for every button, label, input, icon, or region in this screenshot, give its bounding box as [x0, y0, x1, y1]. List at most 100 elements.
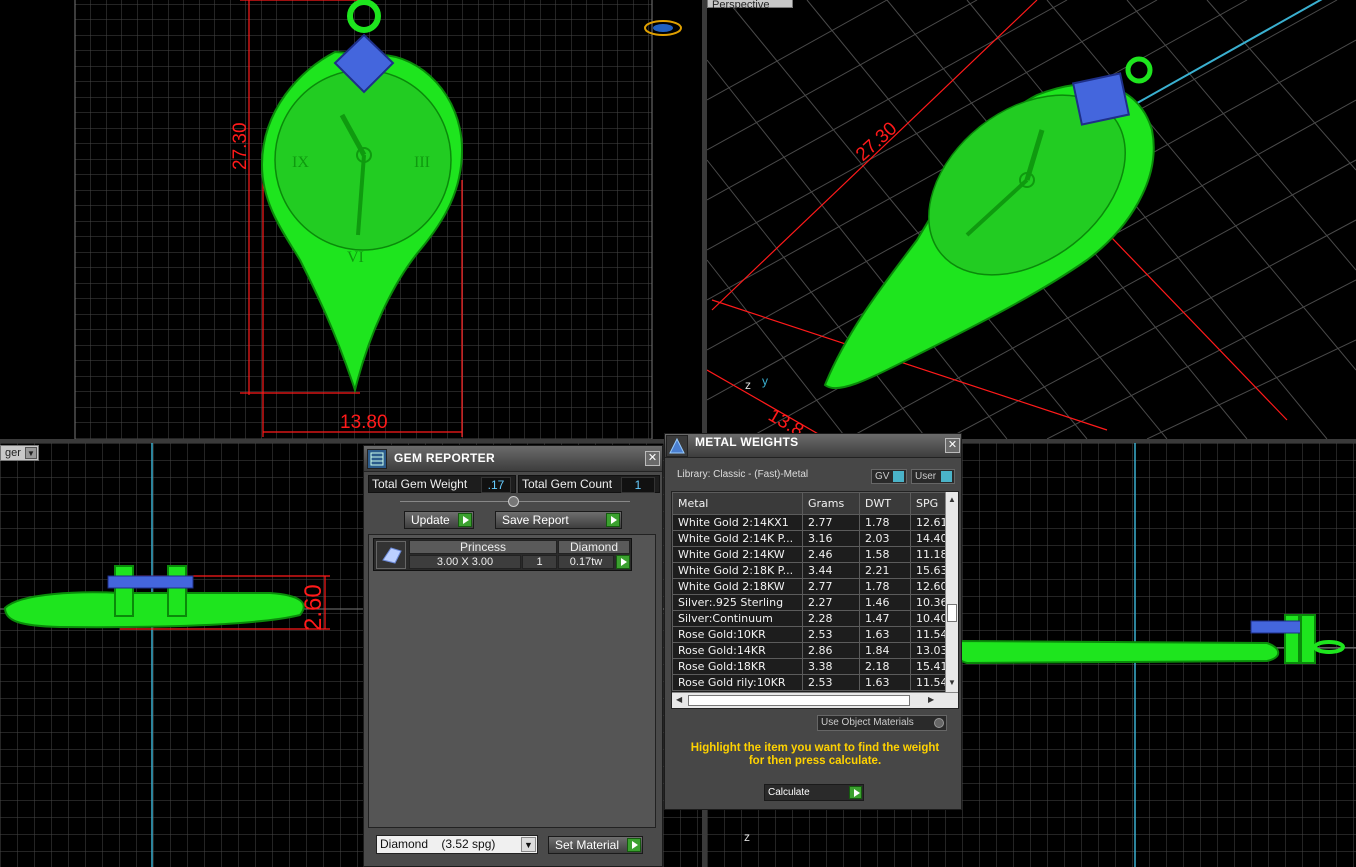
metal-cell: White Gold 2:18K P...	[672, 562, 803, 579]
column-header-dwt[interactable]: DWT	[859, 492, 911, 515]
spg-cell: 14.40	[910, 530, 947, 547]
update-button[interactable]: Update	[404, 511, 474, 529]
grams-cell: 2.53	[802, 626, 860, 643]
use-object-materials-toggle[interactable]: Use Object Materials	[817, 715, 947, 731]
set-material-button-label: Set Material	[555, 838, 620, 852]
svg-text:VI: VI	[347, 249, 364, 266]
scroll-right-icon[interactable]: ▶	[928, 695, 934, 704]
gv-toggle-knob-icon	[893, 471, 904, 482]
spg-cell: 11.54	[910, 626, 947, 643]
viewport-side-tab[interactable]: ger ▼	[0, 445, 39, 461]
axis-z-label: z	[744, 830, 750, 844]
calculate-button[interactable]: Calculate	[764, 784, 864, 801]
dwt-cell: 1.78	[859, 514, 911, 531]
gem-detail-arrow-icon[interactable]	[616, 555, 630, 569]
scroll-thumb[interactable]	[947, 604, 957, 622]
grams-cell: 3.16	[802, 530, 860, 547]
dwt-cell: 1.84	[859, 642, 911, 659]
table-row[interactable]: White Gold 2:18KW 2.77 1.78 12.60	[672, 578, 947, 595]
table-row[interactable]: White Gold 2:14KX1 2.77 1.78 12.61	[672, 514, 947, 531]
vertical-scrollbar[interactable]: ▲ ▼	[945, 492, 958, 692]
svg-text:IX: IX	[292, 154, 309, 171]
metal-cell: Silver:Continuum	[672, 610, 803, 627]
pendant-perspective-model	[823, 56, 1155, 390]
scale-icon	[666, 435, 688, 457]
scroll-up-icon[interactable]: ▲	[948, 495, 956, 504]
collapse-handle-icon[interactable]	[508, 496, 519, 507]
grams-cell: 2.77	[802, 514, 860, 531]
axis-y-label: y	[762, 374, 768, 388]
spg-cell: 11.18	[910, 546, 947, 563]
viewport-front[interactable]: IX III VI 27.30 13.80	[0, 0, 702, 439]
gem-count: 1	[522, 555, 557, 569]
table-row[interactable]: Rose Gold:18KR 3.38 2.18 15.41	[672, 658, 947, 675]
scroll-thumb[interactable]	[688, 695, 910, 706]
viewport-side-tab-label: ger	[5, 447, 21, 459]
viewport-perspective-tab-label: Perspective	[712, 0, 770, 11]
user-toggle[interactable]: User	[911, 469, 955, 484]
table-row[interactable]: White Gold 2:18K P... 3.44 2.21 15.63	[672, 562, 947, 579]
table-row[interactable]: Rose Gold:14KR 2.86 1.84 13.03	[672, 642, 947, 659]
viewport-perspective[interactable]: Perspective 27.30 13.8 z y	[707, 0, 1356, 439]
metal-weights-titlebar[interactable]: METAL WEIGHTS ✕	[665, 434, 961, 458]
spg-cell: 15.41	[910, 658, 947, 675]
set-material-button[interactable]: Set Material	[548, 836, 643, 854]
table-row[interactable]: Silver:.925 Sterling 2.27 1.46 10.36	[672, 594, 947, 611]
axis-z-label: z	[745, 378, 751, 392]
viewport-perspective-tab[interactable]: Perspective	[707, 0, 793, 11]
dimension-height-label: 27.30	[230, 122, 251, 170]
total-gem-count-field: Total Gem Count 1	[518, 475, 660, 493]
table-row[interactable]: White Gold 2:14KW 2.46 1.58 11.18	[672, 546, 947, 563]
close-icon[interactable]: ✕	[645, 451, 660, 466]
calculate-button-label: Calculate	[768, 787, 810, 798]
dwt-cell: 1.47	[859, 610, 911, 627]
update-button-label: Update	[411, 513, 450, 527]
dwt-cell: 2.21	[859, 562, 911, 579]
column-header-grams[interactable]: Grams	[802, 492, 860, 515]
close-icon[interactable]: ✕	[945, 438, 960, 453]
play-arrow-icon	[458, 513, 472, 527]
dwt-cell: 1.63	[859, 626, 911, 643]
table-row[interactable]: Silver:Continuum 2.28 1.47 10.40	[672, 610, 947, 627]
metal-cell: Silver:.925 Sterling	[672, 594, 803, 611]
chevron-down-icon[interactable]: ▼	[25, 447, 37, 459]
dimension-height-label: 2.60	[300, 584, 327, 631]
gv-label: GV	[875, 471, 890, 482]
grams-cell: 2.27	[802, 594, 860, 611]
play-arrow-icon	[849, 786, 862, 799]
metal-cell: White Gold 2:18KW	[672, 578, 803, 595]
metal-table-header-row: Metal Grams DWT SPG	[672, 492, 947, 515]
table-row[interactable]: Rose Gold:10KR 2.53 1.63 11.54	[672, 626, 947, 643]
spg-cell: 10.36	[910, 594, 947, 611]
table-row[interactable]: White Gold 2:14K P... 3.16 2.03 14.40	[672, 530, 947, 547]
total-gem-weight-field: Total Gem Weight .17	[368, 475, 516, 493]
spg-cell: 11.54	[910, 674, 947, 691]
gem-type-header: Diamond	[558, 540, 630, 554]
metal-cell: White Gold 2:14KW	[672, 546, 803, 563]
gem-list-item[interactable]: Princess Diamond 3.00 X 3.00 1 0.17tw	[373, 538, 632, 571]
scroll-down-icon[interactable]: ▼	[948, 678, 956, 687]
gem-weight: 0.17tw	[558, 555, 614, 569]
gem-shape-header: Princess	[409, 540, 557, 554]
save-report-button[interactable]: Save Report	[495, 511, 622, 529]
total-gem-weight-label: Total Gem Weight	[372, 477, 468, 491]
total-gem-count-label: Total Gem Count	[522, 477, 613, 491]
gem-reporter-panel: GEM REPORTER ✕ Total Gem Weight .17 Tota…	[363, 445, 663, 867]
gem-size: 3.00 X 3.00	[409, 555, 521, 569]
column-header-spg[interactable]: SPG	[910, 492, 947, 515]
chevron-down-icon[interactable]: ▼	[521, 837, 536, 852]
total-gem-count-value: 1	[621, 477, 655, 493]
spg-cell: 10.40	[910, 610, 947, 627]
scroll-left-icon[interactable]: ◀	[676, 695, 682, 704]
dimension-width-label: 13.80	[340, 412, 388, 433]
grams-cell: 2.77	[802, 578, 860, 595]
material-select[interactable]: Diamond (3.52 spg) ▼	[376, 835, 538, 854]
table-row[interactable]: Rose Gold rily:10KR 2.53 1.63 11.54	[672, 674, 947, 691]
calculate-hint-line1: Highlight the item you want to find the …	[690, 742, 940, 754]
gv-toggle[interactable]: GV	[871, 469, 907, 484]
gem-reporter-titlebar[interactable]: GEM REPORTER ✕	[364, 446, 662, 472]
horizontal-scrollbar[interactable]: ◀ ▶	[672, 692, 958, 708]
grams-cell: 2.86	[802, 642, 860, 659]
grams-cell: 2.28	[802, 610, 860, 627]
column-header-metal[interactable]: Metal	[672, 492, 803, 515]
